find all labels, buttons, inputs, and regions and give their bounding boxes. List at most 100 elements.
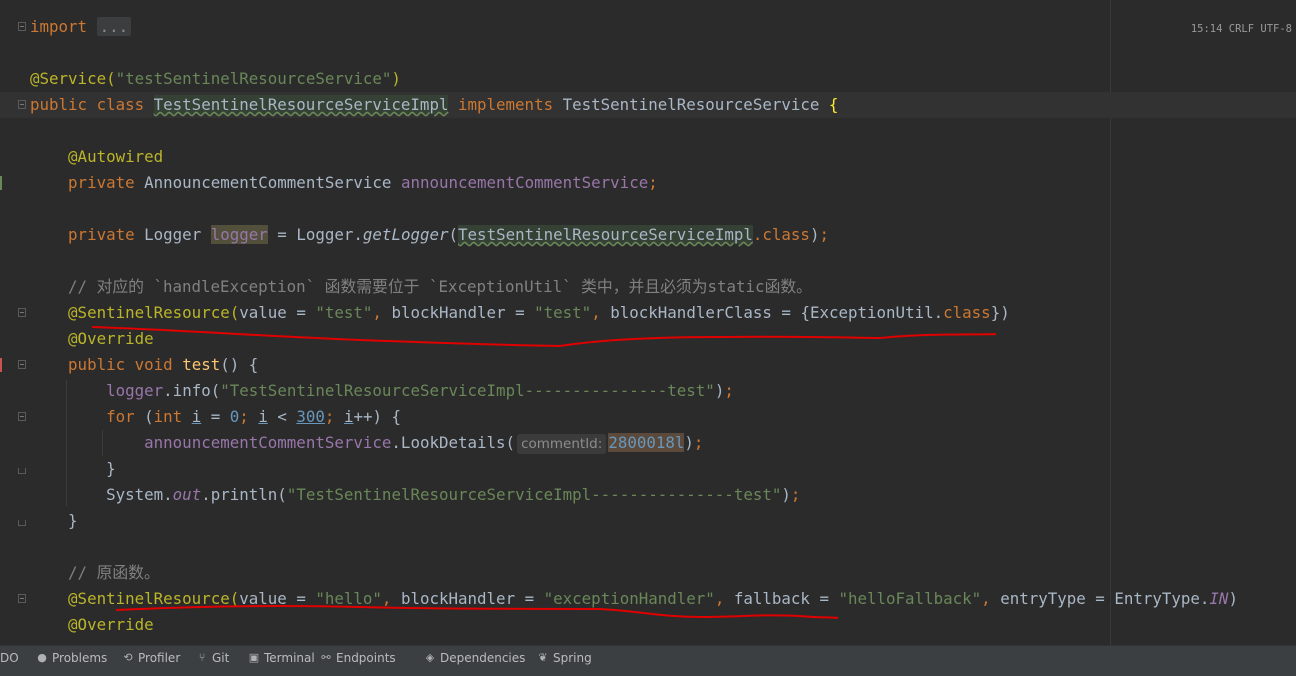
token: // 原函数。 — [68, 563, 160, 582]
toolwindow-spring[interactable]: ❦ Spring — [537, 646, 591, 670]
token: announcementCommentService — [400, 173, 649, 192]
token: test — [182, 355, 221, 374]
code-text[interactable]: } — [30, 508, 78, 534]
fold-toggle-icon[interactable] — [18, 308, 26, 317]
code-text[interactable]: private AnnouncementCommentService annou… — [30, 170, 658, 196]
code-line-method-close[interactable]: } — [0, 508, 1296, 534]
code-text[interactable]: announcementCommentService.LookDetails(c… — [30, 430, 703, 457]
token: value = — [239, 303, 316, 322]
code-line-override1[interactable]: @Override — [0, 326, 1296, 352]
token: // 对应的 `handleException` 函数需要位于 `Excepti… — [68, 277, 812, 296]
code-text[interactable]: logger.info("TestSentinelResourceService… — [30, 378, 734, 404]
toolwindow-profiler[interactable]: ⟲ Profiler — [122, 646, 180, 670]
token: System. — [30, 485, 173, 504]
code-line-field-logger[interactable]: private Logger logger = Logger.getLogger… — [0, 222, 1296, 248]
code-text[interactable]: // 原函数。 — [30, 560, 160, 586]
code-line-service-annotation[interactable]: @Service("testSentinelResourceService") — [0, 66, 1296, 92]
tool-window-bar: DO ● Problems ⟲ Profiler ⑂ Git ▣ Terminal ⚯ Endpoi… — [0, 645, 1296, 676]
caret-position[interactable]: 15:14 — [1191, 23, 1223, 35]
code-text[interactable]: System.out.println("TestSentinelResource… — [30, 482, 800, 508]
code-line-for-loop[interactable]: for (int i = 0; i < 300; i++) { — [0, 404, 1296, 430]
toolwindow-dependencies[interactable]: ◈ Dependencies — [424, 646, 526, 670]
toolwindow-endpoints[interactable]: ⚯ Endpoints — [320, 646, 396, 670]
token: ++) { — [353, 407, 402, 426]
code-line-blank4[interactable] — [0, 248, 1296, 274]
code-text[interactable]: @SentinelResource(value = "hello", block… — [30, 586, 1238, 612]
code-line-comment1[interactable]: // 对应的 `handleException` 函数需要位于 `Excepti… — [0, 274, 1296, 300]
token: "helloFallback" — [838, 589, 982, 608]
code-text[interactable]: @Override — [30, 612, 154, 638]
code-line-blank1[interactable] — [0, 40, 1296, 66]
token: ) — [391, 69, 401, 88]
fold-toggle-icon[interactable] — [18, 412, 26, 421]
folded-imports[interactable]: ... — [96, 17, 132, 36]
code-line-field-service[interactable]: private AnnouncementCommentService annou… — [0, 170, 1296, 196]
token: ; — [239, 407, 259, 426]
code-text[interactable]: public void test() { — [30, 352, 258, 378]
code-line-logger-info1[interactable]: logger.info("TestSentinelResourceService… — [0, 378, 1296, 404]
toolwindow-problems[interactable]: ● Problems — [36, 646, 107, 670]
code-text[interactable]: // 对应的 `handleException` 函数需要位于 `Excepti… — [30, 274, 812, 300]
token: @Autowired — [68, 147, 164, 166]
code-text[interactable]: @Override — [30, 326, 154, 352]
token: 300 — [296, 407, 325, 426]
code-line-sentinel2[interactable]: @SentinelResource(value = "hello", block… — [0, 586, 1296, 612]
fold-toggle-icon[interactable] — [18, 594, 26, 603]
code-line-override2[interactable]: @Override — [0, 612, 1296, 638]
line-separator[interactable]: CRLF — [1229, 23, 1254, 35]
token: i — [258, 407, 268, 426]
code-text[interactable]: } — [30, 456, 116, 482]
code-line-blank2[interactable] — [0, 118, 1296, 144]
code-text[interactable]: @SentinelResource(value = "test", blockH… — [30, 300, 1010, 326]
token: public class — [30, 95, 154, 114]
code-text[interactable]: @Autowired — [30, 144, 163, 170]
token: } — [30, 511, 78, 530]
code-text[interactable]: private Logger logger = Logger.getLogger… — [30, 222, 829, 248]
git-icon: ⑂ — [198, 651, 206, 664]
file-encoding[interactable]: UTF-8 — [1260, 23, 1292, 35]
code-text[interactable]: public class TestSentinelResourceService… — [30, 92, 838, 118]
token: ; — [819, 225, 829, 244]
token: ) — [781, 485, 791, 504]
toolwindow-terminal[interactable]: ▣ Terminal — [248, 646, 315, 670]
code-text[interactable]: @Service("testSentinelResourceService") — [30, 66, 401, 92]
token: "test" — [534, 303, 592, 322]
toolwindow-label: Endpoints — [336, 651, 396, 665]
toolwindow-label: DO — [0, 651, 19, 665]
code-line-for-close[interactable]: } — [0, 456, 1296, 482]
code-text[interactable]: for (int i = 0; i < 300; i++) { — [30, 404, 401, 430]
token: 2800018l — [608, 433, 685, 452]
toolwindow-label: Terminal — [264, 651, 315, 665]
code-line-println[interactable]: System.out.println("TestSentinelResource… — [0, 482, 1296, 508]
endpoints-icon: ⚯ — [321, 651, 331, 664]
token: ) — [1228, 589, 1238, 608]
code-line-blank5[interactable] — [0, 534, 1296, 560]
code-line-blank3[interactable] — [0, 196, 1296, 222]
toolwindow-git[interactable]: ⑂ Git — [196, 646, 230, 670]
token: @Service( — [30, 69, 116, 88]
toolwindow-label: Dependencies — [440, 651, 526, 665]
code-line-look-details[interactable]: announcementCommentService.LookDetails(c… — [0, 430, 1296, 456]
fold-toggle-icon[interactable] — [18, 360, 26, 369]
code-line-sentinel1[interactable]: @SentinelResource(value = "test", blockH… — [0, 300, 1296, 326]
code-line-import[interactable]: import ... — [0, 14, 1296, 40]
code-text[interactable]: import ... — [30, 14, 132, 40]
fold-toggle-icon[interactable] — [18, 100, 26, 109]
code-line-class-decl[interactable]: public class TestSentinelResourceService… — [0, 92, 1296, 118]
token: .LookDetails( — [391, 433, 516, 452]
token: "exceptionHandler" — [543, 589, 715, 608]
toolwindow-do[interactable]: DO — [0, 646, 19, 670]
code-line-comment2[interactable]: // 原函数。 — [0, 560, 1296, 586]
token: implements — [457, 95, 563, 114]
code-line-method-test[interactable]: public void test() { — [0, 352, 1296, 378]
token: , — [381, 589, 401, 608]
code-editor[interactable]: import ... @Service("testSentinelResource… — [0, 0, 1296, 645]
code-line-autowired[interactable]: @Autowired — [0, 144, 1296, 170]
fold-toggle-icon[interactable] — [18, 22, 26, 31]
